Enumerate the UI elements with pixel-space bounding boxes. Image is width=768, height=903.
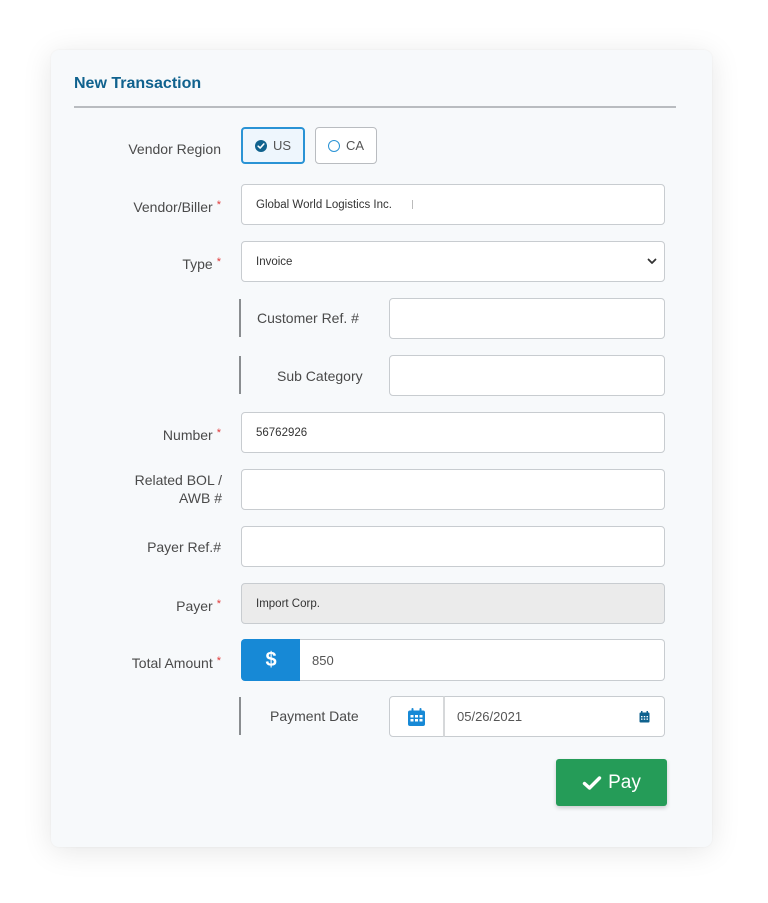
payer-label-text: Payer — [176, 598, 213, 614]
total-amount-label: Total Amount * — [132, 652, 221, 672]
number-label-text: Number — [162, 427, 213, 443]
payer-value: Import Corp. — [256, 597, 320, 610]
text-cursor — [411, 200, 413, 209]
required-marker: * — [216, 598, 221, 610]
pay-button-label: Pay — [608, 771, 641, 793]
sub-field-bar — [239, 697, 241, 735]
sub-category-input[interactable] — [389, 355, 665, 396]
number-label: Number * — [163, 424, 221, 444]
title-divider — [74, 106, 676, 108]
radio-unchecked-icon — [327, 139, 340, 152]
number-input[interactable]: 56762926 — [241, 412, 665, 453]
customer-ref-label: Customer Ref. # — [257, 310, 359, 326]
related-bol-input[interactable] — [241, 469, 665, 510]
sub-field-bar — [239, 299, 241, 337]
payment-date-label: Payment Date — [270, 708, 359, 724]
region-us-radio[interactable]: US — [241, 127, 305, 164]
radio-checked-icon — [254, 139, 267, 152]
required-marker: * — [216, 427, 221, 439]
new-transaction-card: New Transaction Vendor Region US CA Vend… — [51, 50, 712, 847]
sub-field-bar — [239, 356, 241, 394]
vendor-biller-value: Global World Logistics Inc. — [256, 198, 392, 211]
payer-label: Payer * — [176, 595, 221, 615]
card-title: New Transaction — [74, 75, 202, 92]
payer-ref-input[interactable] — [241, 526, 665, 567]
number-value: 56762926 — [256, 426, 308, 439]
related-bol-label-line1: Related BOL / — [134, 472, 222, 488]
total-amount-value: 850 — [312, 652, 334, 668]
customer-ref-input[interactable] — [389, 298, 665, 339]
sub-category-label: Sub Category — [277, 368, 363, 384]
vendor-region-label: Vendor Region — [128, 141, 221, 157]
chevron-down-icon — [647, 258, 657, 264]
payment-date-value: 05/26/2021 — [457, 709, 523, 724]
dollar-icon: $ — [241, 639, 301, 681]
required-marker: * — [216, 256, 221, 268]
pay-button[interactable]: Pay — [556, 759, 667, 806]
date-picker-icon[interactable] — [639, 711, 650, 723]
total-amount-label-text: Total Amount — [131, 655, 213, 671]
region-us-label: US — [272, 138, 292, 153]
calendar-addon-button[interactable] — [389, 696, 444, 737]
vendor-biller-input[interactable]: Global World Logistics Inc. — [241, 184, 665, 225]
type-label-text: Type — [182, 256, 213, 272]
region-ca-label: CA — [345, 138, 365, 153]
payer-ref-label: Payer Ref.# — [147, 539, 221, 555]
type-value: Invoice — [256, 255, 293, 268]
check-icon — [582, 775, 602, 790]
type-label: Type * — [182, 253, 221, 273]
payer-input: Import Corp. — [241, 583, 665, 624]
related-bol-label: Related BOL / AWB # — [135, 471, 222, 507]
related-bol-label-line2: AWB # — [178, 490, 222, 506]
calendar-icon — [408, 707, 425, 726]
payment-date-input[interactable]: 05/26/2021 — [443, 696, 665, 737]
vendor-biller-label: Vendor/Biller * — [133, 196, 221, 216]
region-ca-radio[interactable]: CA — [315, 127, 377, 164]
total-amount-input[interactable]: 850 — [300, 639, 665, 681]
required-marker: * — [216, 655, 221, 667]
type-select[interactable]: Invoice — [241, 241, 665, 282]
vendor-biller-label-text: Vendor/Biller — [133, 199, 213, 215]
required-marker: * — [216, 199, 221, 211]
